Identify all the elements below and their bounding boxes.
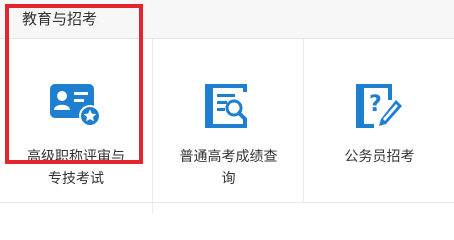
tile-label-line2: 专技考试 xyxy=(48,171,104,187)
education-exam-panel: 教育与招考 高级职称评审与 专技考试 普通高考成绩查 询 ? 公务员招考 xyxy=(0,0,454,214)
grid-divider xyxy=(152,203,153,214)
tile-label: 公务员招考 xyxy=(304,146,454,168)
service-tile-civil-servant-exam[interactable]: ? 公务员招考 xyxy=(303,39,454,202)
selection-highlight xyxy=(5,4,143,164)
exam-question-pen-icon: ? xyxy=(356,84,402,128)
tile-label-line1: 普通高考成绩查 xyxy=(179,149,278,165)
tile-label-line2: 询 xyxy=(221,171,236,187)
tile-label-line1: 公务员招考 xyxy=(344,149,415,165)
tile-label: 普通高考成绩查 询 xyxy=(153,146,304,190)
svg-text:?: ? xyxy=(369,92,382,117)
score-search-document-icon xyxy=(205,84,247,128)
service-tile-gaokao-score[interactable]: 普通高考成绩查 询 xyxy=(152,39,304,202)
grid-divider xyxy=(0,202,454,203)
